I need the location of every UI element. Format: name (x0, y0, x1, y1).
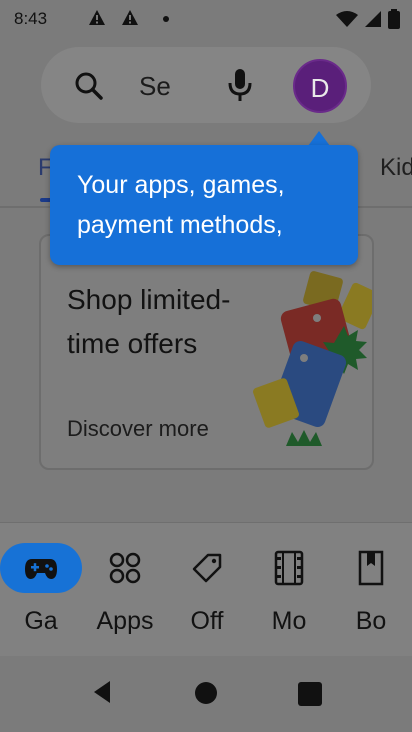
status-bar: 8:43 (0, 0, 412, 40)
nav-item-games[interactable]: Ga (0, 541, 82, 651)
alert-icon (122, 10, 138, 25)
back-icon[interactable] (88, 678, 116, 706)
nav-icon-wrap (84, 541, 166, 595)
search-input[interactable]: Se (139, 71, 171, 102)
book-icon (358, 550, 384, 586)
battery-icon (388, 9, 400, 29)
home-icon[interactable] (193, 680, 219, 706)
nav-icon-wrap (166, 541, 248, 595)
nav-item-apps[interactable]: Apps (84, 541, 166, 651)
system-nav-bar (0, 656, 412, 732)
status-icons (336, 9, 400, 29)
signal-icon (365, 11, 381, 27)
mic-icon[interactable] (225, 67, 255, 103)
avatar[interactable]: D (293, 59, 347, 113)
recents-icon[interactable] (298, 682, 322, 706)
nav-item-books[interactable]: Bo (330, 541, 412, 651)
movie-icon (274, 550, 304, 586)
search-bar[interactable]: Se D (41, 47, 371, 123)
apps-grid-icon (109, 552, 141, 584)
nav-icon-wrap (0, 541, 82, 595)
tag-icon (192, 553, 222, 583)
status-time: 8:43 (14, 9, 48, 28)
nav-icon-wrap (330, 541, 412, 595)
search-icon (75, 72, 103, 100)
tab-kids[interactable]: Kid (380, 154, 412, 182)
tooltip-arrow (308, 131, 330, 146)
notification-dot-icon (163, 16, 169, 22)
gamepad-icon (25, 559, 57, 579)
nav-label-apps: Apps (96, 607, 154, 635)
nav-active-pill (0, 543, 82, 593)
nav-icon-wrap (248, 541, 330, 595)
screen: 8:43 Se D F Kid Shop limited-time offers… (0, 0, 412, 732)
nav-label-movies: Mo (271, 607, 307, 635)
bottom-nav: Ga Apps Off Mo Bo (0, 522, 412, 656)
nav-label-offers: Off (190, 607, 224, 635)
nav-label-books: Bo (355, 607, 387, 635)
shopping-tags-illustration (253, 271, 372, 446)
alert-icon (89, 10, 105, 25)
wifi-icon (336, 11, 358, 27)
nav-label-games: Ga (24, 607, 58, 635)
account-tooltip[interactable]: Your apps, games, payment methods, (50, 145, 358, 265)
promo-card[interactable]: Shop limited-time offers Discover more (39, 234, 374, 470)
promo-cta[interactable]: Discover more (67, 416, 209, 442)
nav-item-offers[interactable]: Off (166, 541, 248, 651)
nav-item-movies[interactable]: Mo (248, 541, 330, 651)
